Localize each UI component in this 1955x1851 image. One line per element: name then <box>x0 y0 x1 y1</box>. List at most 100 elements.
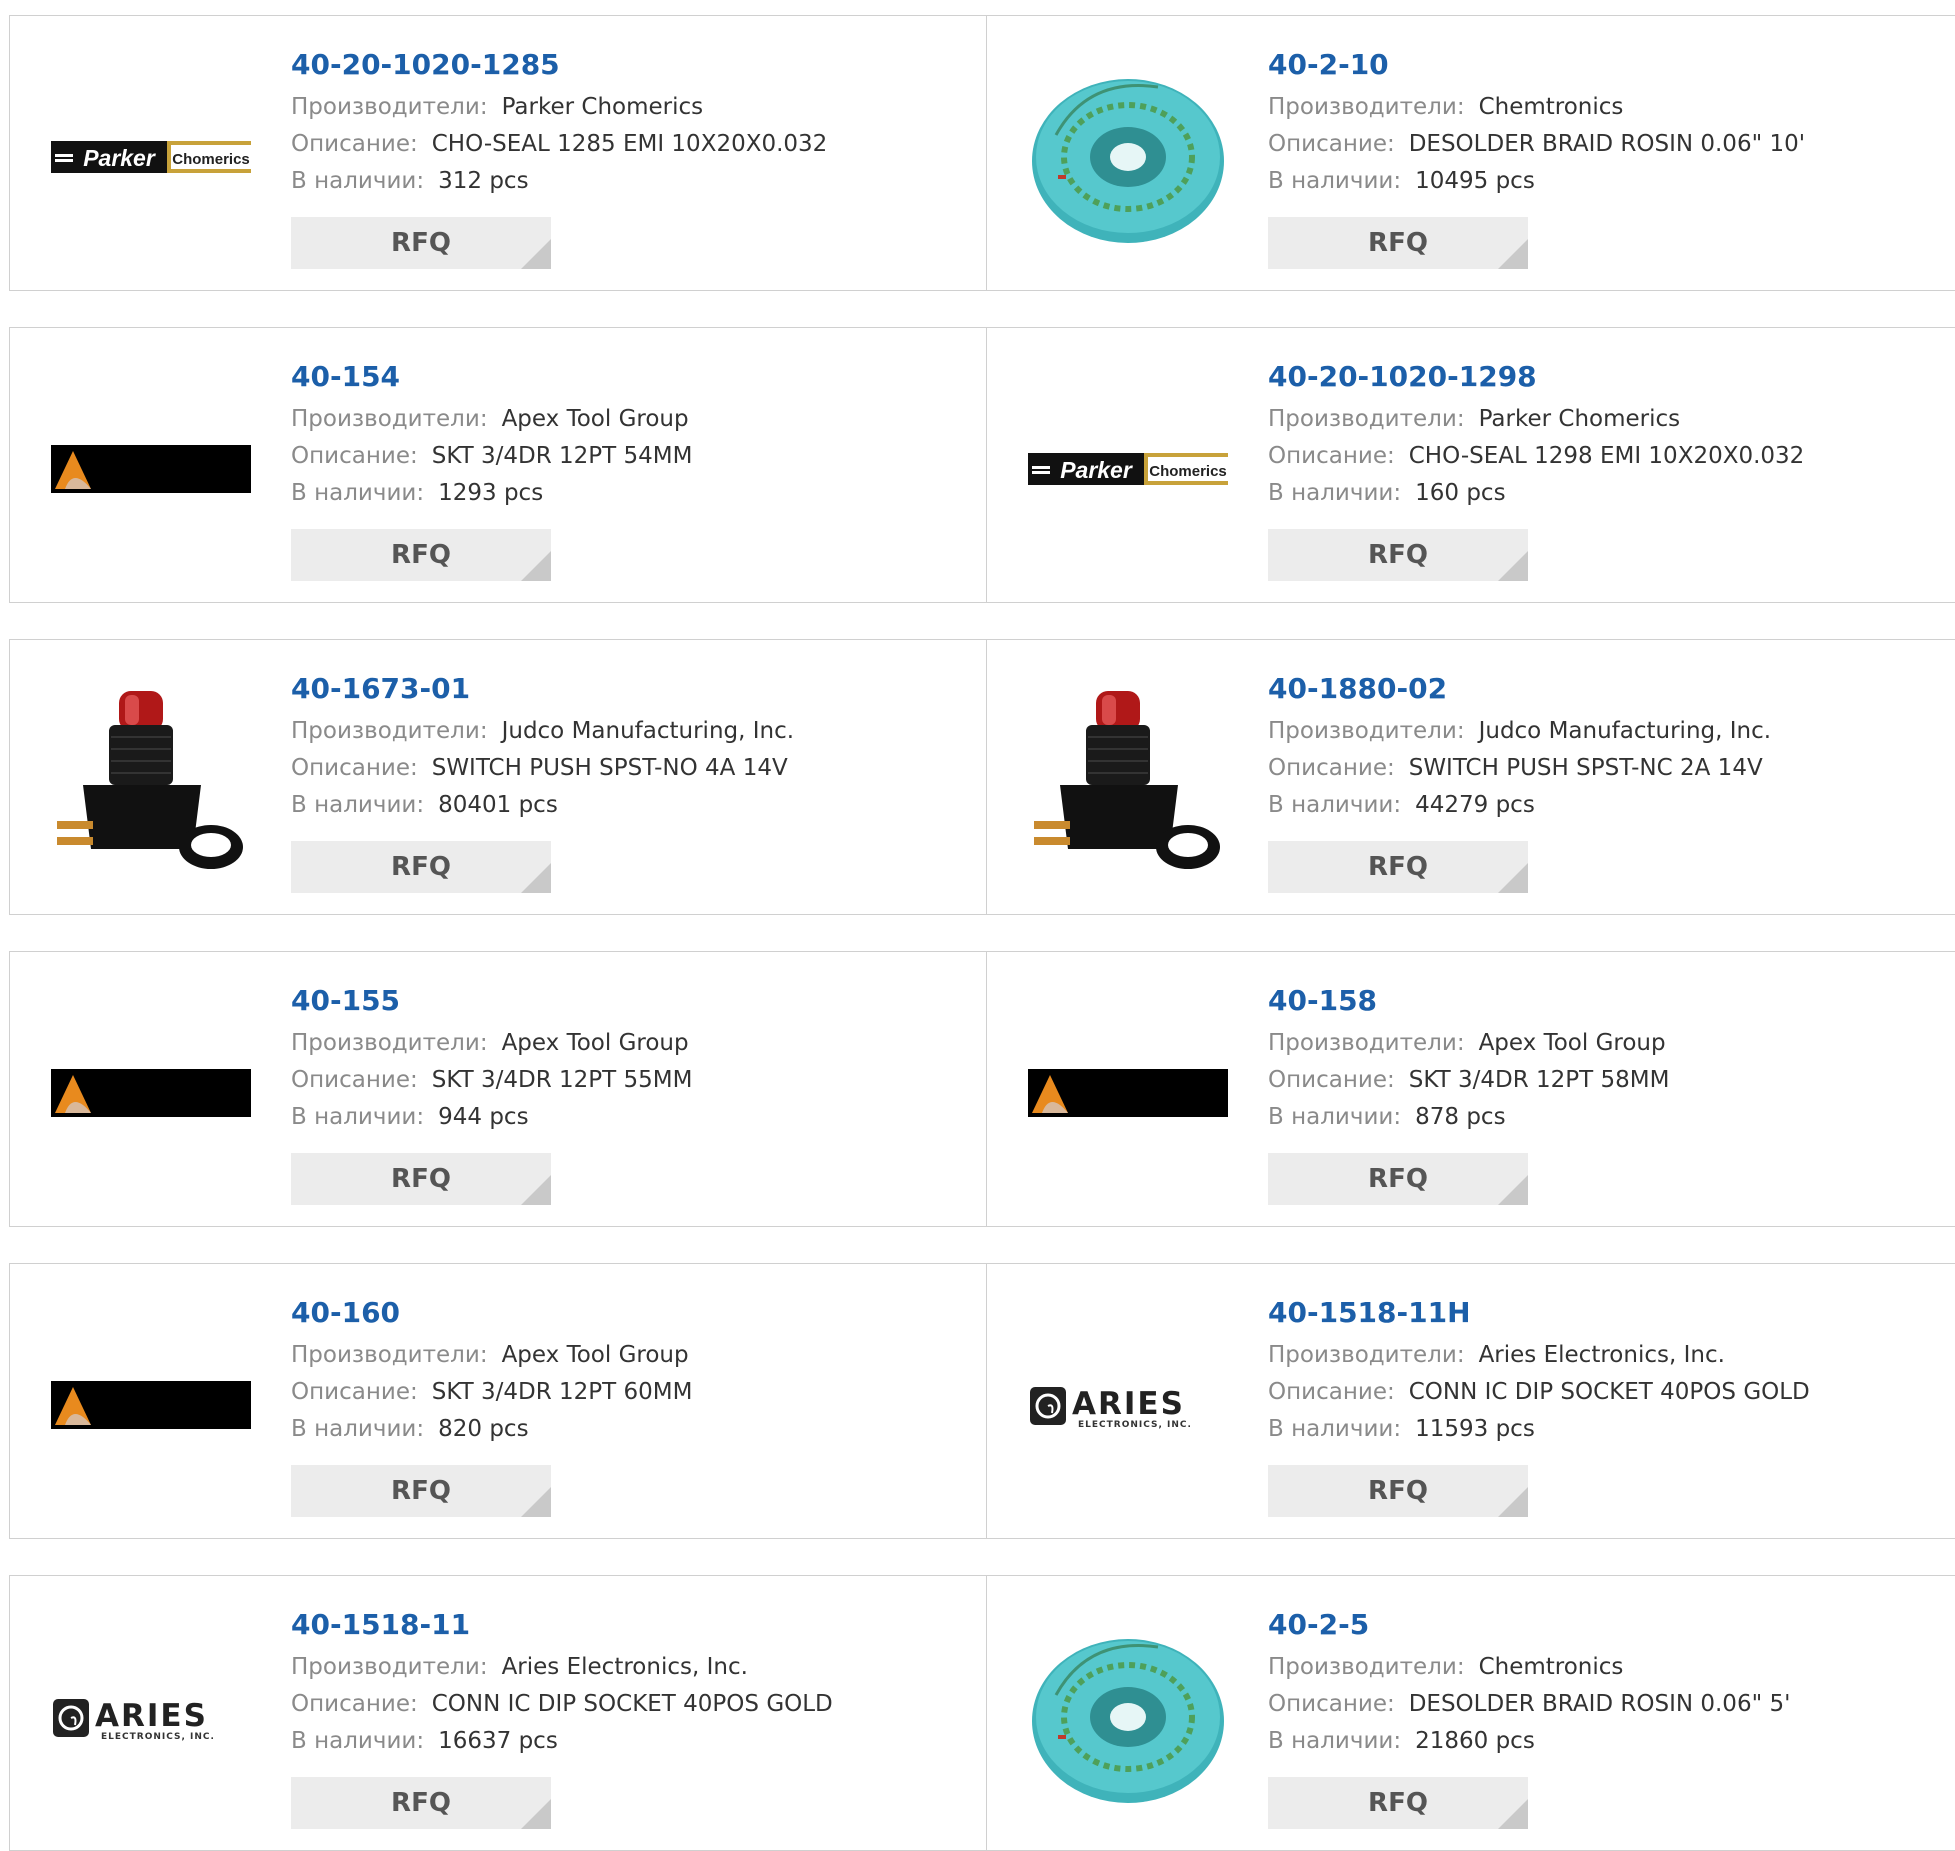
svg-text:Chomerics: Chomerics <box>1149 463 1227 480</box>
rfq-button[interactable]: RFQ <box>291 1153 551 1205</box>
apex-tool-group-logo <box>51 1069 251 1117</box>
rfq-button[interactable]: RFQ <box>1268 1465 1528 1517</box>
product-card: Parker Chomerics 40-20-1020-1298 Произво… <box>987 328 1955 602</box>
description-line: Описание: SWITCH PUSH SPST-NC 2A 14V <box>1268 750 1771 787</box>
product-image[interactable] <box>1028 993 1228 1193</box>
manufacturer-value: Judco Manufacturing, Inc. <box>1478 718 1772 744</box>
rfq-button[interactable]: RFQ <box>291 1465 551 1517</box>
product-image[interactable] <box>1028 1617 1228 1817</box>
product-image[interactable]: Parker Chomerics <box>1028 369 1228 569</box>
manufacturer-label: Производители: <box>1268 1342 1465 1368</box>
manufacturer-line: Производители: Parker Chomerics <box>1268 401 1804 438</box>
product-info: 40-158 Производители: Apex Tool Group Опи… <box>1268 981 1669 1136</box>
description-label: Описание: <box>1268 131 1395 157</box>
product-row: 40-154 Производители: Apex Tool Group Опи… <box>9 327 1955 603</box>
apex-tool-group-logo <box>1028 1069 1228 1117</box>
part-number-link[interactable]: 40-1518-11H <box>1268 1293 1810 1333</box>
part-number-link[interactable]: 40-1880-02 <box>1268 669 1771 709</box>
rfq-button[interactable]: RFQ <box>291 841 551 893</box>
part-number-link[interactable]: 40-20-1020-1298 <box>1268 357 1804 397</box>
stock-value: 11593 pcs <box>1415 1416 1535 1442</box>
product-image[interactable] <box>51 993 251 1193</box>
rfq-button[interactable]: RFQ <box>1268 529 1528 581</box>
stock-label: В наличии: <box>1268 1728 1402 1754</box>
svg-text:Chomerics: Chomerics <box>172 151 250 168</box>
part-number-link[interactable]: 40-158 <box>1268 981 1669 1021</box>
description-value: DESOLDER BRAID ROSIN 0.06" 5' <box>1408 1691 1791 1717</box>
rfq-button[interactable]: RFQ <box>291 1777 551 1829</box>
manufacturer-line: Производители: Apex Tool Group <box>291 1025 692 1062</box>
part-number-link[interactable]: 40-160 <box>291 1293 692 1333</box>
stock-line: В наличии: 944 pcs <box>291 1099 692 1136</box>
part-number-link[interactable]: 40-2-10 <box>1268 45 1805 85</box>
stock-value: 160 pcs <box>1415 480 1506 506</box>
manufacturer-line: Производители: Apex Tool Group <box>1268 1025 1669 1062</box>
product-image[interactable] <box>1028 57 1228 257</box>
product-image[interactable] <box>51 1305 251 1505</box>
manufacturer-value: Parker Chomerics <box>1478 406 1681 432</box>
manufacturer-label: Производители: <box>291 94 488 120</box>
rfq-label: RFQ <box>1368 852 1428 882</box>
product-image[interactable]: Parker Chomerics <box>51 57 251 257</box>
product-info: 40-1518-11H Производители: Aries Electron… <box>1268 1293 1810 1448</box>
product-row: 40-1673-01 Производители: Judco Manufactu… <box>9 639 1955 915</box>
parker-chomerics-logo: Parker Chomerics <box>1028 453 1228 485</box>
description-value: SWITCH PUSH SPST-NC 2A 14V <box>1408 755 1763 781</box>
rfq-button[interactable]: RFQ <box>291 217 551 269</box>
stock-line: В наличии: 160 pcs <box>1268 475 1804 512</box>
rfq-button[interactable]: RFQ <box>1268 841 1528 893</box>
rfq-label: RFQ <box>391 228 451 258</box>
desolder-braid-spool-image <box>1032 1639 1224 1803</box>
description-line: Описание: SKT 3/4DR 12PT 60MM <box>291 1374 692 1411</box>
description-value: CONN IC DIP SOCKET 40POS GOLD <box>431 1691 833 1717</box>
manufacturer-value: Parker Chomerics <box>501 94 704 120</box>
product-image[interactable] <box>1028 681 1228 881</box>
description-line: Описание: CONN IC DIP SOCKET 40POS GOLD <box>291 1686 833 1723</box>
product-info: 40-154 Производители: Apex Tool Group Опи… <box>291 357 692 512</box>
product-image[interactable]: ARIES ELECTRONICS, INC. <box>51 1617 251 1817</box>
stock-line: В наличии: 80401 pcs <box>291 787 794 824</box>
product-card: 40-2-10 Производители: Chemtronics Описан… <box>987 16 1955 290</box>
rfq-button[interactable]: RFQ <box>291 529 551 581</box>
product-image[interactable]: ARIES ELECTRONICS, INC. <box>1028 1305 1228 1505</box>
part-number-link[interactable]: 40-155 <box>291 981 692 1021</box>
svg-text:ARIES: ARIES <box>1072 1386 1185 1422</box>
manufacturer-line: Производители: Parker Chomerics <box>291 89 827 126</box>
manufacturer-label: Производители: <box>291 1342 488 1368</box>
stock-label: В наличии: <box>1268 1104 1402 1130</box>
description-line: Описание: SKT 3/4DR 12PT 58MM <box>1268 1062 1669 1099</box>
stock-line: В наличии: 16637 pcs <box>291 1723 833 1760</box>
rfq-button[interactable]: RFQ <box>1268 1777 1528 1829</box>
product-image[interactable] <box>51 369 251 569</box>
description-value: CONN IC DIP SOCKET 40POS GOLD <box>1408 1379 1810 1405</box>
apex-tool-group-logo <box>51 1381 251 1429</box>
product-card: 40-155 Производители: Apex Tool Group Опи… <box>9 952 987 1226</box>
part-number-link[interactable]: 40-154 <box>291 357 692 397</box>
product-image[interactable] <box>51 681 251 881</box>
part-number-link[interactable]: 40-1518-11 <box>291 1605 833 1645</box>
description-value: SKT 3/4DR 12PT 60MM <box>431 1379 693 1405</box>
part-number-link[interactable]: 40-20-1020-1285 <box>291 45 827 85</box>
part-number-link[interactable]: 40-1673-01 <box>291 669 794 709</box>
product-info: 40-1880-02 Производители: Judco Manufactu… <box>1268 669 1771 824</box>
apex-tool-group-logo <box>51 445 251 493</box>
manufacturer-value: Chemtronics <box>1478 94 1624 120</box>
part-number-link[interactable]: 40-2-5 <box>1268 1605 1790 1645</box>
product-card: 40-1673-01 Производители: Judco Manufactu… <box>9 640 987 914</box>
svg-text:ELECTRONICS, INC.: ELECTRONICS, INC. <box>101 1732 215 1742</box>
manufacturer-label: Производители: <box>1268 1030 1465 1056</box>
rfq-button[interactable]: RFQ <box>1268 217 1528 269</box>
manufacturer-value: Apex Tool Group <box>501 1342 689 1368</box>
rfq-label: RFQ <box>1368 228 1428 258</box>
manufacturer-value: Apex Tool Group <box>501 1030 689 1056</box>
product-info: 40-2-10 Производители: Chemtronics Описан… <box>1268 45 1805 200</box>
product-info: 40-1518-11 Производители: Aries Electroni… <box>291 1605 833 1760</box>
stock-label: В наличии: <box>291 1416 425 1442</box>
svg-text:ELECTRONICS, INC.: ELECTRONICS, INC. <box>1078 1420 1192 1430</box>
rfq-button[interactable]: RFQ <box>1268 1153 1528 1205</box>
stock-line: В наличии: 11593 pcs <box>1268 1411 1810 1448</box>
rfq-label: RFQ <box>1368 1788 1428 1818</box>
description-line: Описание: CONN IC DIP SOCKET 40POS GOLD <box>1268 1374 1810 1411</box>
rfq-label: RFQ <box>1368 540 1428 570</box>
stock-label: В наличии: <box>1268 168 1402 194</box>
